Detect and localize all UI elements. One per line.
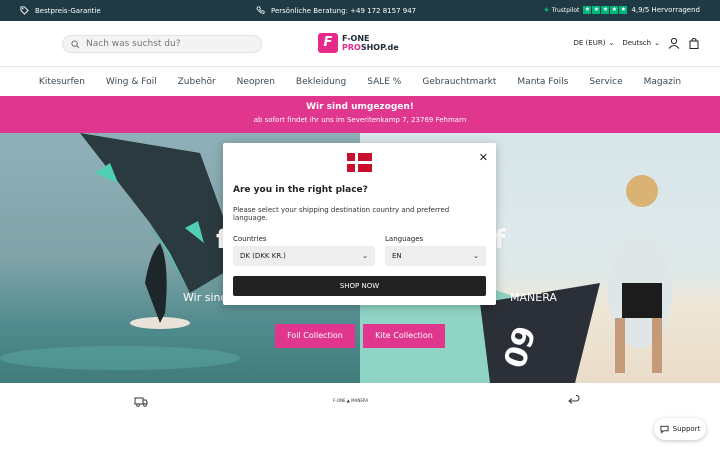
country-select[interactable]: DK (DKK KR.) ⌄ [233,246,375,266]
chevron-down-icon: ⌄ [362,252,368,260]
denmark-flag-icon [347,153,372,172]
shop-now-button[interactable]: SHOP NOW [233,276,486,296]
modal-title: Are you in the right place? [233,185,368,195]
close-icon[interactable]: ✕ [479,151,488,164]
modal-overlay: ✕ Are you in the right place? Please sel… [0,0,720,450]
countries-label: Countries [233,235,267,243]
modal-description: Please select your shipping destination … [233,206,450,222]
languages-label: Languages [385,235,424,243]
chevron-down-icon: ⌄ [473,252,479,260]
language-select[interactable]: EN ⌄ [385,246,486,266]
country-selector-modal: ✕ Are you in the right place? Please sel… [223,143,496,305]
